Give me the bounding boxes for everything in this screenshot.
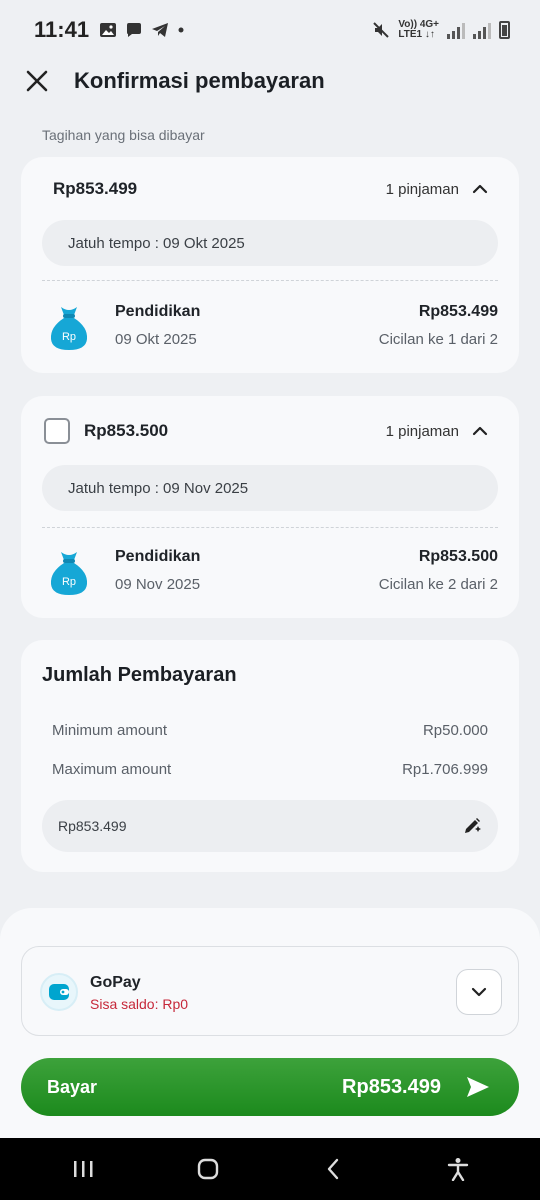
bill-loan-count: 1 pinjaman — [385, 180, 459, 198]
back-button[interactable] — [311, 1147, 355, 1191]
header: Konfirmasi pembayaran — [0, 56, 540, 106]
close-button[interactable] — [24, 68, 50, 94]
bill-card-2: Rp853.500 1 pinjaman Jatuh tempo : 09 No… — [21, 396, 519, 618]
minimum-amount-value: Rp50.000 — [422, 722, 488, 739]
network-type: Vo)) 4G+ LTE1 ↓↑ — [398, 20, 439, 40]
loan-installment: Cicilan ke 2 dari 2 — [378, 576, 498, 593]
bill-checkbox[interactable] — [44, 418, 70, 444]
payment-method-balance: Sisa saldo: Rp0 — [90, 996, 189, 1012]
bills-section-label: Tagihan yang bisa dibayar — [42, 127, 205, 143]
gopay-wallet-icon — [40, 973, 78, 1011]
edit-icon[interactable] — [462, 816, 482, 836]
accessibility-icon — [447, 1158, 468, 1181]
minimum-amount-label: Minimum amount — [52, 722, 168, 739]
due-date-pill: Jatuh tempo : 09 Okt 2025 — [42, 220, 498, 266]
pay-button[interactable]: Bayar Rp853.499 — [21, 1058, 519, 1116]
maximum-amount-value: Rp1.706.999 — [402, 761, 488, 778]
payment-method-name: GoPay — [90, 974, 141, 991]
network-label-bottom: LTE1 ↓↑ — [398, 29, 435, 40]
recent-apps-button[interactable] — [61, 1147, 105, 1191]
status-bar: 11:41 Vo)) 4G+ LTE1 ↓↑ — [0, 0, 540, 60]
loan-installment: Cicilan ke 1 dari 2 — [378, 331, 498, 348]
pay-button-label: Bayar — [47, 1076, 98, 1097]
send-icon — [465, 1074, 491, 1100]
money-bag-icon: Rp — [50, 552, 88, 595]
maximum-amount-label: Maximum amount — [52, 761, 172, 778]
bill-card-header[interactable]: Rp853.500 1 pinjaman — [21, 396, 519, 466]
loan-amount: Rp853.499 — [418, 303, 498, 320]
bill-amount: Rp853.499 — [53, 179, 138, 198]
loan-date: 09 Okt 2025 — [115, 331, 197, 348]
dot-icon — [178, 27, 184, 33]
home-icon — [197, 1158, 218, 1180]
bill-amount: Rp853.500 — [84, 421, 169, 440]
bill-loan-count: 1 pinjaman — [385, 422, 459, 440]
close-icon — [26, 70, 48, 92]
mute-icon — [373, 22, 390, 38]
signal-icon-2 — [473, 21, 491, 39]
loan-amount: Rp853.500 — [418, 548, 498, 565]
svg-text:Rp: Rp — [62, 576, 76, 588]
amount-input[interactable]: Rp853.499 — [42, 800, 498, 852]
chevron-up-icon[interactable] — [471, 422, 489, 440]
system-nav-bar — [0, 1138, 540, 1200]
gallery-icon — [100, 23, 117, 37]
divider — [42, 280, 498, 281]
status-left: 11:41 — [34, 17, 185, 43]
amount-input-value: Rp853.499 — [58, 818, 127, 834]
payment-method-dropdown-button[interactable] — [456, 969, 502, 1015]
payment-amount-card: Jumlah Pembayaran Minimum amount Rp50.00… — [21, 640, 519, 872]
bill-card-header[interactable]: Rp853.499 1 pinjaman — [21, 157, 519, 221]
battery-icon — [499, 21, 510, 39]
status-time: 11:41 — [34, 17, 90, 42]
money-bag-icon: Rp — [50, 307, 88, 350]
chat-icon — [127, 23, 142, 37]
loan-row: Rp Pendidikan 09 Okt 2025 Rp853.499 Cici… — [21, 297, 519, 367]
minimum-amount-row: Minimum amount Rp50.000 — [52, 722, 488, 739]
loan-name: Pendidikan — [115, 303, 201, 320]
payment-amount-title: Jumlah Pembayaran — [42, 664, 237, 686]
status-right: Vo)) 4G+ LTE1 ↓↑ — [372, 20, 510, 40]
loan-name: Pendidikan — [115, 548, 201, 565]
notification-icons — [99, 21, 185, 39]
home-button[interactable] — [186, 1147, 230, 1191]
chevron-down-icon — [471, 987, 487, 997]
loan-row: Rp Pendidikan 09 Nov 2025 Rp853.500 Cici… — [21, 542, 519, 612]
back-icon — [327, 1158, 338, 1180]
signal-icon-1 — [447, 21, 465, 39]
page-title: Konfirmasi pembayaran — [74, 68, 325, 93]
pay-button-total: Rp853.499 — [342, 1075, 441, 1098]
loan-date: 09 Nov 2025 — [115, 576, 201, 593]
maximum-amount-row: Maximum amount Rp1.706.999 — [52, 761, 488, 778]
payment-bottom-sheet: GoPay Sisa saldo: Rp0 Bayar Rp853.499 — [0, 908, 540, 1140]
due-date-pill: Jatuh tempo : 09 Nov 2025 — [42, 465, 498, 511]
telegram-icon — [152, 23, 169, 37]
bill-card-1: Rp853.499 1 pinjaman Jatuh tempo : 09 Ok… — [21, 157, 519, 373]
chevron-up-icon[interactable] — [471, 180, 489, 198]
recent-apps-icon — [73, 1161, 92, 1177]
payment-method-selector[interactable]: GoPay Sisa saldo: Rp0 — [21, 946, 519, 1036]
svg-text:Rp: Rp — [62, 331, 76, 343]
accessibility-button[interactable] — [436, 1147, 480, 1191]
divider — [42, 527, 498, 528]
